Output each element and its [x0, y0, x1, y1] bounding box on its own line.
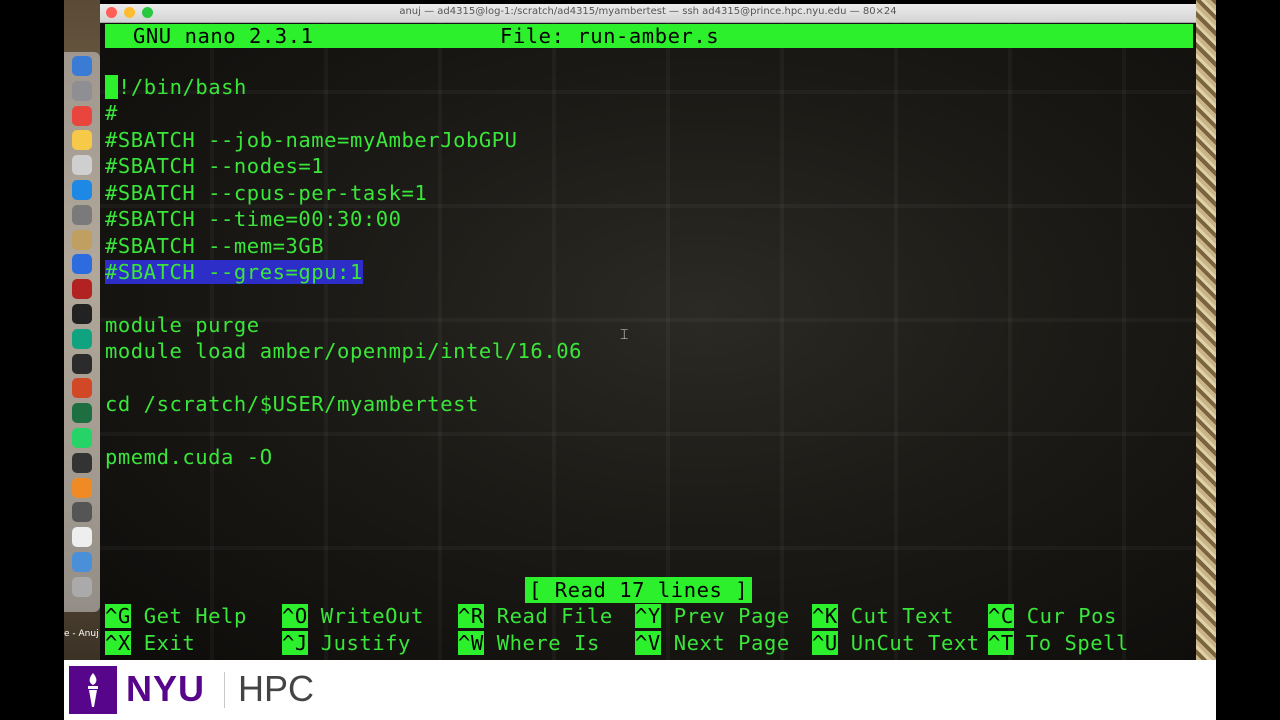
powerpoint-icon[interactable]: [72, 378, 92, 399]
shortcut-read-file[interactable]: ^R Read File: [458, 603, 613, 629]
terminal-icon[interactable]: [72, 304, 92, 324]
code-line-6[interactable]: #SBATCH --time=00:30:00: [105, 206, 402, 232]
code-line-8[interactable]: #SBATCH --gres=gpu:1: [105, 259, 363, 285]
x11-icon[interactable]: [72, 502, 92, 523]
code-line-11[interactable]: module load amber/openmpi/intel/16.06: [105, 338, 582, 364]
whatsapp-icon[interactable]: [72, 428, 92, 448]
folder-icon[interactable]: [72, 552, 92, 572]
letterbox-left: [0, 0, 64, 720]
launchpad-icon[interactable]: [72, 80, 92, 101]
nyu-torch-icon: [69, 666, 117, 714]
chrome-icon[interactable]: [72, 105, 92, 126]
shortcut-get-help[interactable]: ^G Get Help: [105, 603, 247, 629]
photo-booth-icon[interactable]: [72, 279, 92, 300]
shortcut-where-is[interactable]: ^W Where Is: [458, 630, 600, 656]
brand-divider: [224, 672, 225, 708]
window-titlebar[interactable]: anuj — ad4315@log-1:/scratch/ad4315/myam…: [100, 4, 1196, 23]
hpc-logo-text: HPC: [238, 668, 315, 709]
code-line-13[interactable]: cd /scratch/$USER/myambertest: [105, 391, 479, 417]
system-preferences-icon[interactable]: [72, 204, 92, 225]
nyu-logo-text: NYU: [126, 668, 206, 709]
terminal-window: anuj — ad4315@log-1:/scratch/ad4315/myam…: [100, 4, 1196, 660]
code-line-7[interactable]: #SBATCH --mem=3GB: [105, 233, 324, 259]
nano-version: GNU nano 2.3.1: [133, 24, 314, 48]
finder-icon[interactable]: [72, 56, 92, 76]
code-line-3[interactable]: #SBATCH --job-name=myAmberJobGPU: [105, 127, 518, 153]
textedit-icon[interactable]: [72, 155, 92, 176]
code-line-10[interactable]: module purge: [105, 312, 260, 338]
xcode-icon[interactable]: [72, 254, 92, 275]
code-line-15[interactable]: pmemd.cuda -O: [105, 444, 273, 470]
notes-icon[interactable]: [72, 130, 92, 151]
shortcut-cur-pos[interactable]: ^C Cur Pos: [988, 603, 1117, 629]
ibeam-cursor-icon: ⌶: [620, 327, 629, 343]
code-line-5[interactable]: #SBATCH --cpus-per-task=1: [105, 180, 427, 206]
excel-icon[interactable]: [72, 403, 92, 424]
code-line-2[interactable]: #: [105, 100, 118, 126]
shortcut-prev-page[interactable]: ^Y Prev Page: [635, 603, 790, 629]
preview-icon[interactable]: [72, 229, 92, 250]
desktop-file-label[interactable]: e - Anuj un.pdf: [64, 628, 100, 640]
code-line-1[interactable]: !/bin/bash: [105, 74, 247, 100]
desktop-background-right: [1196, 0, 1216, 660]
terminal-content[interactable]: GNU nano 2.3.1 File: run-amber.s !/bin/b…: [100, 23, 1196, 660]
dock: [64, 52, 100, 612]
shortcut-exit[interactable]: ^X Exit: [105, 630, 195, 656]
text-cursor: [105, 75, 118, 99]
obs-icon[interactable]: [72, 452, 92, 473]
shortcut-cut-text[interactable]: ^K Cut Text: [812, 603, 954, 629]
nano-header-bar: GNU nano 2.3.1 File: run-amber.s: [105, 24, 1193, 48]
shortcut-writeout[interactable]: ^O WriteOut: [282, 603, 424, 629]
nano-status-message: [ Read 17 lines ]: [525, 577, 753, 603]
chatgpt-icon[interactable]: [72, 328, 92, 349]
vlc-icon[interactable]: [72, 477, 92, 498]
text-selection: #SBATCH --gres=gpu:1: [105, 260, 363, 284]
nyu-hpc-footer: NYU HPC: [64, 660, 1216, 720]
nano-filename: File: run-amber.s: [500, 24, 720, 48]
shortcut-justify[interactable]: ^J Justify: [282, 630, 411, 656]
shortcut-next-page[interactable]: ^V Next Page: [635, 630, 790, 656]
document-icon[interactable]: [72, 527, 92, 548]
safari-icon[interactable]: [72, 180, 92, 200]
code-line-4[interactable]: #SBATCH --nodes=1: [105, 153, 324, 179]
letterbox-right: [1216, 0, 1280, 720]
shortcut-uncut-text[interactable]: ^U UnCut Text: [812, 630, 980, 656]
shortcut-to-spell[interactable]: ^T To Spell: [988, 630, 1129, 656]
trash-icon[interactable]: [72, 576, 92, 597]
activity-monitor-icon[interactable]: [72, 353, 92, 374]
window-title: anuj — ad4315@log-1:/scratch/ad4315/myam…: [399, 6, 897, 17]
